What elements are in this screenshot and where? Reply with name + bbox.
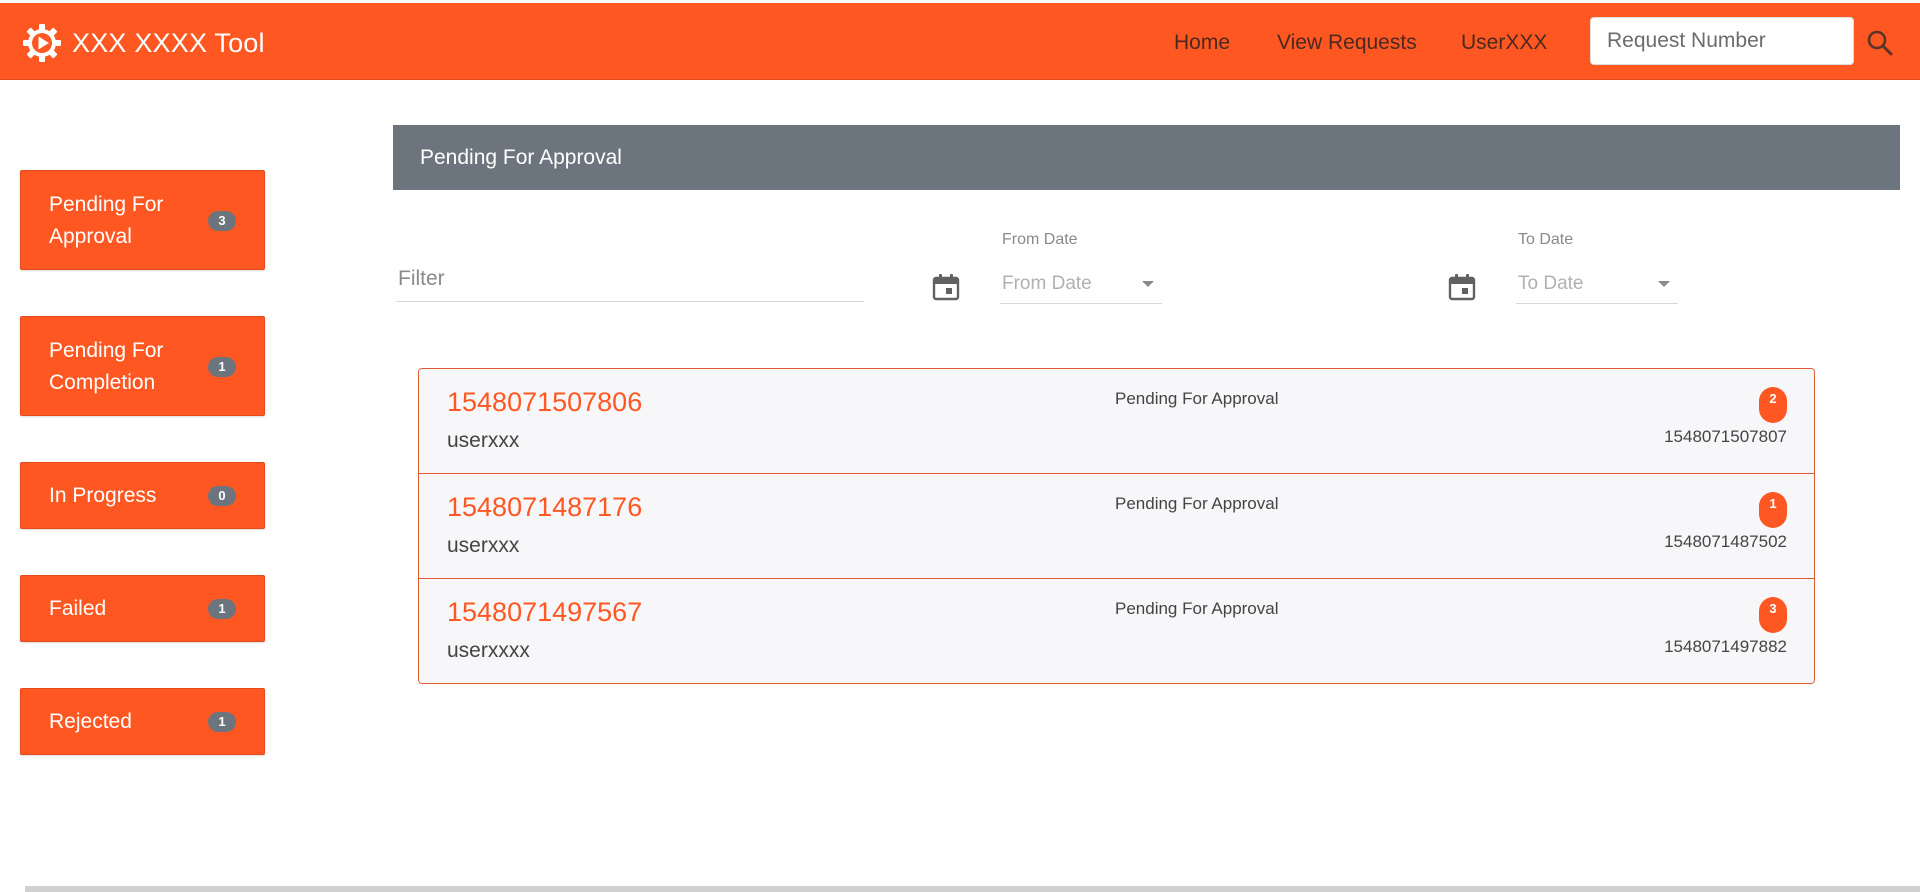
request-number: 1548071497882 bbox=[1664, 637, 1787, 656]
count-badge: 0 bbox=[208, 486, 236, 506]
brand[interactable]: XXX XXXX Tool bbox=[20, 21, 265, 65]
horizontal-scrollbar[interactable] bbox=[25, 886, 1920, 892]
list-item[interactable]: 1548071497567 userxxxx Pending For Appro… bbox=[419, 579, 1814, 683]
nav-home-link[interactable]: Home bbox=[1174, 31, 1230, 55]
sidebar-item-rejected[interactable]: Rejected 1 bbox=[20, 688, 265, 755]
sidebar-item-pending-for-completion[interactable]: Pending For Completion 1 bbox=[20, 316, 265, 416]
sidebar-item-label: In Progress bbox=[49, 484, 157, 507]
count-badge: 1 bbox=[208, 357, 236, 377]
request-id-link[interactable]: 1548071507806 bbox=[447, 387, 642, 418]
request-number: 1548071487502 bbox=[1664, 532, 1787, 551]
filter-input[interactable] bbox=[396, 256, 864, 302]
chevron-down-icon bbox=[1142, 281, 1154, 287]
request-list: 1548071507806 userxxx Pending For Approv… bbox=[418, 368, 1815, 684]
request-id-link[interactable]: 1548071487176 bbox=[447, 492, 642, 523]
request-count-badge: 1 bbox=[1759, 492, 1787, 528]
request-number-search-input[interactable] bbox=[1590, 17, 1854, 65]
nav-user-link[interactable]: UserXXX bbox=[1461, 31, 1547, 55]
top-navbar: XXX XXXX Tool Home View Requests UserXXX bbox=[0, 3, 1920, 80]
from-date-select[interactable]: From Date bbox=[1000, 269, 1162, 304]
chevron-down-icon bbox=[1658, 281, 1670, 287]
from-date-label: From Date bbox=[1002, 231, 1078, 248]
request-status: Pending For Approval bbox=[1115, 389, 1279, 408]
calendar-icon[interactable] bbox=[932, 273, 960, 301]
request-user: userxxxx bbox=[447, 639, 530, 662]
request-status: Pending For Approval bbox=[1115, 494, 1279, 513]
calendar-icon[interactable] bbox=[1448, 273, 1476, 301]
panel-title: Pending For Approval bbox=[393, 125, 1900, 190]
sidebar-item-label: Pending For Completion bbox=[49, 339, 164, 394]
sidebar-item-in-progress[interactable]: In Progress 0 bbox=[20, 462, 265, 529]
list-item[interactable]: 1548071487176 userxxx Pending For Approv… bbox=[419, 474, 1814, 579]
request-status: Pending For Approval bbox=[1115, 599, 1279, 618]
sidebar-item-label: Pending For Approval bbox=[49, 193, 164, 248]
count-badge: 3 bbox=[208, 211, 236, 231]
request-count-badge: 2 bbox=[1759, 387, 1787, 423]
request-id-link[interactable]: 1548071497567 bbox=[447, 597, 642, 628]
request-user: userxxx bbox=[447, 534, 520, 557]
to-date-label: To Date bbox=[1518, 231, 1574, 248]
to-date-select[interactable]: To Date bbox=[1516, 269, 1678, 304]
gear-play-icon bbox=[20, 21, 64, 65]
request-count-badge: 3 bbox=[1759, 597, 1787, 633]
sidebar-item-label: Failed bbox=[49, 597, 107, 620]
from-date-value: From Date bbox=[1002, 273, 1092, 294]
request-user: userxxx bbox=[447, 429, 520, 452]
count-badge: 1 bbox=[208, 599, 236, 619]
search-icon[interactable] bbox=[1866, 29, 1894, 57]
nav-view-requests-link[interactable]: View Requests bbox=[1277, 31, 1417, 55]
to-date-value: To Date bbox=[1518, 273, 1584, 294]
app-title: XXX XXXX Tool bbox=[72, 27, 265, 58]
sidebar-item-failed[interactable]: Failed 1 bbox=[20, 575, 265, 642]
sidebar-item-pending-for-approval[interactable]: Pending For Approval 3 bbox=[20, 170, 265, 270]
count-badge: 1 bbox=[208, 712, 236, 732]
request-number: 1548071507807 bbox=[1664, 427, 1787, 446]
list-item[interactable]: 1548071507806 userxxx Pending For Approv… bbox=[419, 369, 1814, 474]
sidebar-item-label: Rejected bbox=[49, 710, 132, 733]
